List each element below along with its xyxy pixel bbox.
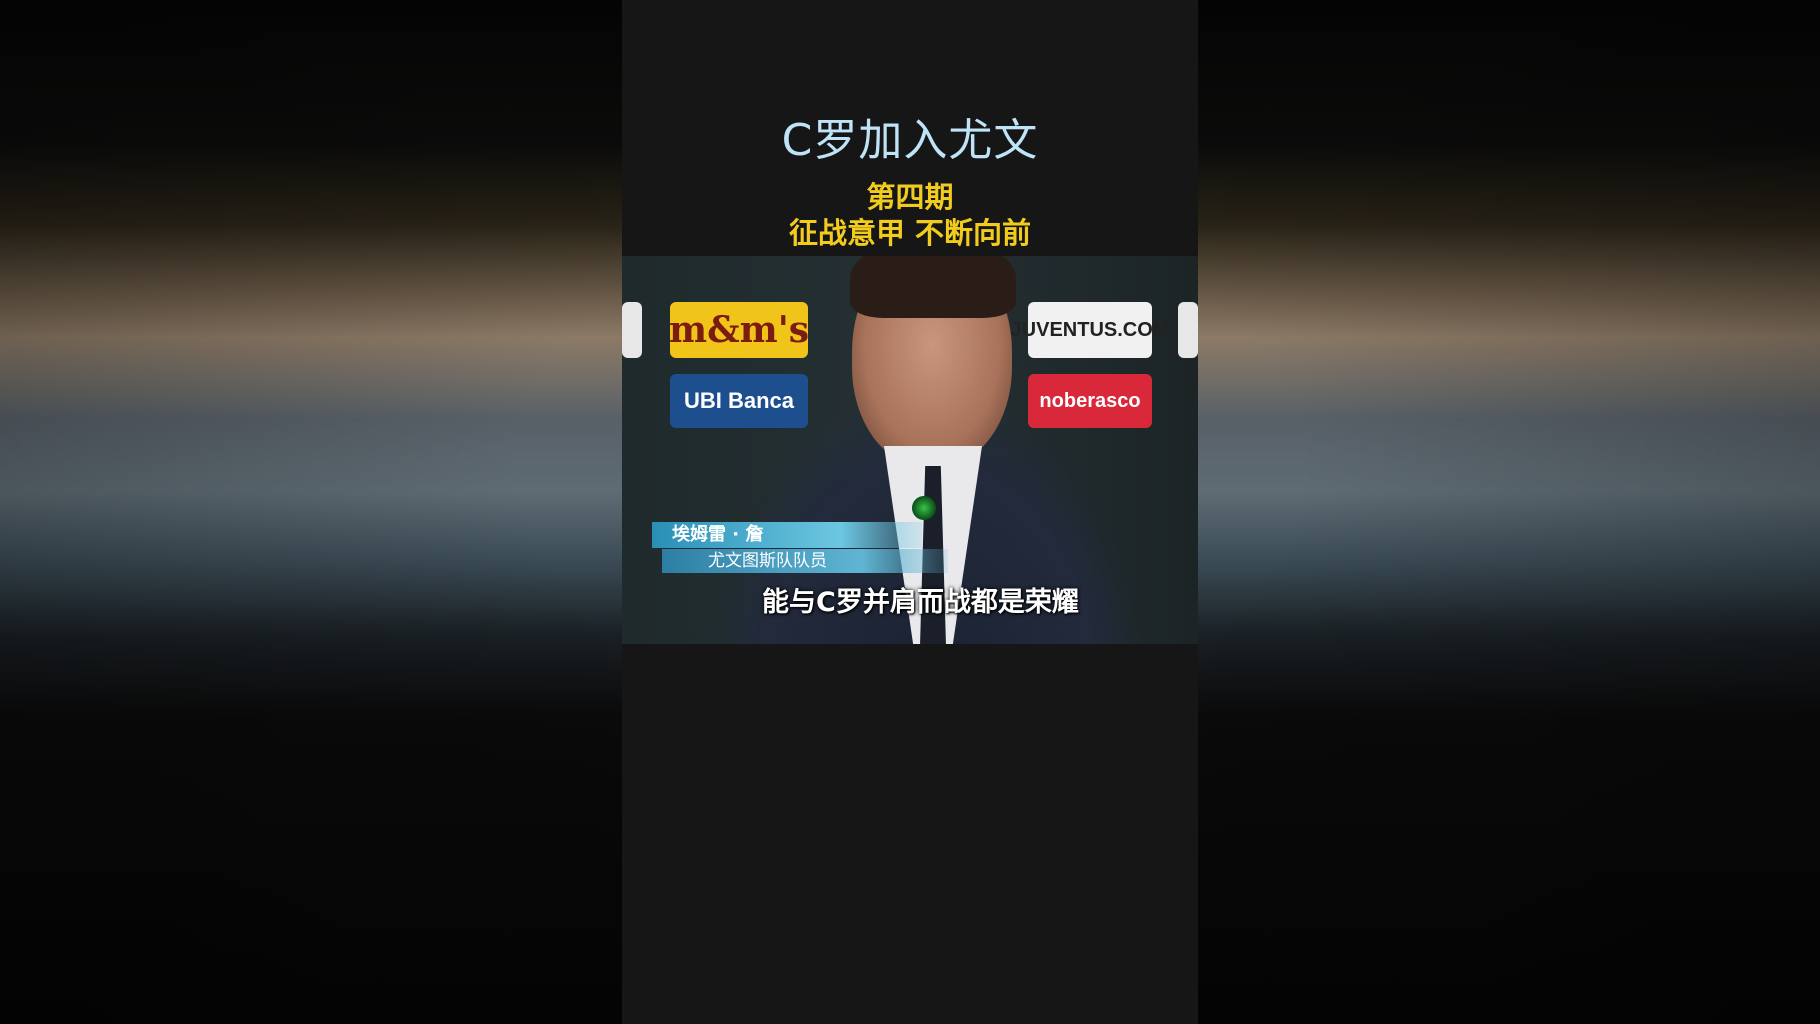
sponsor-juventus-logo: JUVENTUS.COM <box>1011 302 1169 358</box>
sponsor-mm-logo: m&m's <box>669 302 809 358</box>
episode-subtitle: 征战意甲 不断向前 <box>788 216 1032 250</box>
sponsor-edge-left <box>622 302 642 358</box>
speaker-name-tag: 埃姆雷 · 詹 <box>652 522 922 548</box>
video-content[interactable]: m&m's UBI Banca JUVENTUS.COM noberasco 埃… <box>622 256 1198 644</box>
speaker-hair <box>850 256 1016 318</box>
sponsor-edge-right <box>1178 302 1198 358</box>
video-frame[interactable]: C罗加入尤文 第四期 征战意甲 不断向前 m&m's UBI Banca JUV… <box>622 0 1198 1024</box>
microphone-icon <box>912 496 936 520</box>
video-caption: 能与C罗并肩而战都是荣耀 <box>762 587 1079 618</box>
speaker-role-tag: 尤文图斯队队员 <box>662 549 948 573</box>
video-title: C罗加入尤文 <box>781 115 1039 166</box>
